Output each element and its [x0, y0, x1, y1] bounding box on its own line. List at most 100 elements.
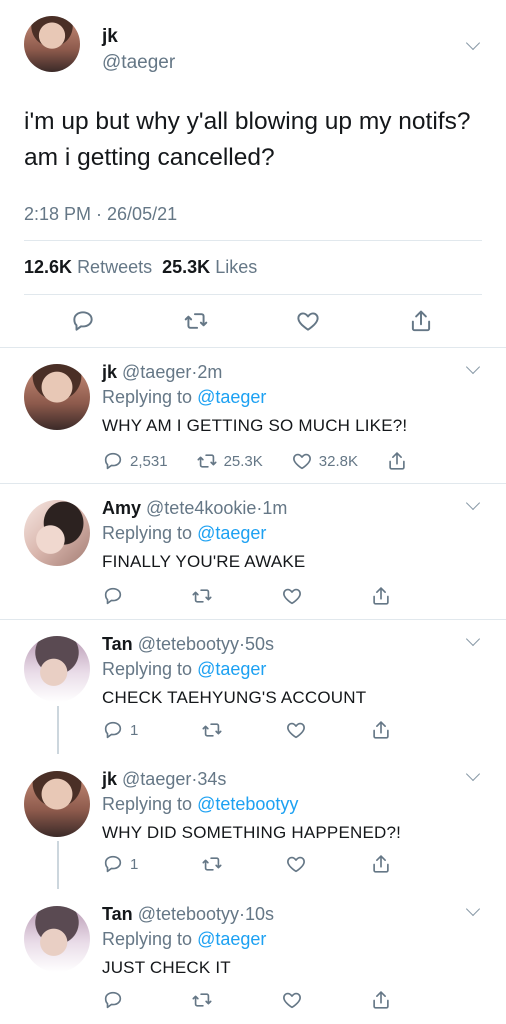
share-button[interactable]: [370, 585, 392, 607]
reply-icon: [104, 855, 122, 873]
mention-link[interactable]: @taeger: [197, 387, 266, 407]
reply-icon: [104, 452, 122, 470]
like-button[interactable]: [281, 585, 303, 607]
author-handle[interactable]: @tetebootyy: [138, 904, 239, 924]
reply-header: Amy @tete4kookie·1m: [102, 498, 288, 518]
retweet-button[interactable]: [201, 719, 223, 741]
mention-link[interactable]: @taeger: [197, 523, 266, 543]
reply-button[interactable]: [102, 585, 124, 607]
reply-actions: [102, 989, 392, 1011]
likes-label[interactable]: Likes: [215, 257, 257, 277]
avatar[interactable]: [24, 771, 90, 837]
reply-time: 2m: [197, 362, 223, 382]
avatar[interactable]: [24, 636, 90, 702]
mention-link[interactable]: @taeger: [197, 929, 266, 949]
likes-count[interactable]: 25.3K: [162, 257, 210, 277]
reply-tweet[interactable]: jk @taeger·2m Replying to @taeger WHY AM…: [0, 348, 506, 483]
reply-button[interactable]: 2,531: [102, 450, 168, 472]
author-handle[interactable]: @tetebootyy: [138, 634, 239, 654]
avatar[interactable]: [24, 364, 90, 430]
retweet-icon: [202, 857, 222, 871]
author-handle[interactable]: @taeger: [102, 52, 175, 74]
reply-actions: 1: [102, 853, 392, 875]
avatar[interactable]: [24, 500, 90, 566]
reply-icon: [104, 587, 122, 605]
like-button[interactable]: [285, 853, 307, 875]
reply-icon: [73, 311, 93, 331]
share-icon: [373, 587, 389, 605]
reply-icon: [104, 991, 122, 1009]
replying-to: Replying to @tetebootyy: [102, 794, 298, 815]
chevron-down-icon[interactable]: [465, 495, 481, 511]
mention-link[interactable]: @tetebootyy: [197, 794, 298, 814]
author-name[interactable]: jk: [102, 26, 118, 48]
heart-icon: [292, 453, 311, 470]
reply-header: Tan @tetebootyy·10s: [102, 904, 275, 924]
like-button[interactable]: 32.8K: [291, 450, 358, 472]
reply-text: CHECK TAEHYUNG'S ACCOUNT: [102, 688, 367, 707]
author-handle[interactable]: @taeger: [122, 362, 191, 382]
like-button[interactable]: [295, 308, 321, 334]
share-button[interactable]: [408, 308, 434, 334]
reply-button[interactable]: 1: [102, 719, 138, 741]
replying-label: Replying to: [102, 387, 193, 407]
author-handle[interactable]: @taeger: [122, 769, 191, 789]
reply-time: 10s: [245, 904, 275, 924]
avatar[interactable]: [24, 16, 80, 72]
reply-icon: [104, 721, 122, 739]
retweet-button[interactable]: [191, 989, 213, 1011]
reply-button[interactable]: 1: [102, 853, 138, 875]
author-name[interactable]: jk: [102, 769, 117, 789]
like-button[interactable]: [285, 719, 307, 741]
retweet-button[interactable]: [201, 853, 223, 875]
heart-icon: [282, 588, 301, 605]
share-icon: [373, 991, 389, 1009]
replying-to: Replying to @taeger: [102, 929, 266, 950]
like-button[interactable]: [281, 989, 303, 1011]
share-button[interactable]: [370, 989, 392, 1011]
retweets-label[interactable]: Retweets: [77, 257, 152, 277]
author-name[interactable]: Tan: [102, 904, 133, 924]
retweet-icon: [202, 723, 222, 737]
heart-icon: [287, 856, 306, 873]
share-button[interactable]: [370, 719, 392, 741]
retweet-button[interactable]: [183, 308, 209, 334]
reply-tweet[interactable]: Tan @tetebootyy·50s Replying to @taeger …: [0, 620, 506, 755]
author-name[interactable]: Amy: [102, 498, 141, 518]
divider: [24, 240, 482, 241]
chevron-down-icon[interactable]: [465, 631, 481, 647]
mention-link[interactable]: @taeger: [197, 659, 266, 679]
share-icon: [373, 855, 389, 873]
reply-button[interactable]: [70, 308, 96, 334]
share-button[interactable]: [370, 853, 392, 875]
chevron-down-icon[interactable]: [465, 901, 481, 917]
author-name[interactable]: jk: [102, 362, 117, 382]
retweets-count[interactable]: 12.6K: [24, 257, 72, 277]
like-count: 32.8K: [318, 452, 358, 470]
retweet-button[interactable]: 25.3K: [196, 450, 263, 472]
replying-to: Replying to @taeger: [102, 523, 266, 544]
share-icon: [389, 452, 405, 470]
reply-tweet[interactable]: jk @taeger·34s Replying to @tetebootyy W…: [0, 755, 506, 890]
chevron-down-icon[interactable]: [465, 359, 481, 375]
avatar[interactable]: [24, 906, 90, 972]
reply-tweet[interactable]: Amy @tete4kookie·1m Replying to @taeger …: [0, 484, 506, 619]
reply-header: jk @taeger·34s: [102, 769, 227, 789]
reply-tweet[interactable]: Tan @tetebootyy·10s Replying to @taeger …: [0, 890, 506, 1024]
replying-to: Replying to @taeger: [102, 387, 266, 408]
retweet-count: 25.3K: [223, 452, 263, 470]
author-name[interactable]: Tan: [102, 634, 133, 654]
author-handle[interactable]: @tete4kookie: [146, 498, 256, 518]
share-button[interactable]: [386, 450, 408, 472]
heart-icon: [287, 722, 306, 739]
chevron-down-icon[interactable]: [465, 766, 481, 782]
chevron-down-icon[interactable]: [465, 35, 481, 51]
replying-to: Replying to @taeger: [102, 659, 266, 680]
reply-actions: 1: [102, 719, 392, 741]
tweet-stats: 12.6K Retweets 25.3K Likes: [24, 257, 257, 278]
reply-time: 50s: [245, 634, 275, 654]
replying-label: Replying to: [102, 794, 193, 814]
reply-time: 1m: [262, 498, 288, 518]
reply-button[interactable]: [102, 989, 124, 1011]
retweet-button[interactable]: [191, 585, 213, 607]
